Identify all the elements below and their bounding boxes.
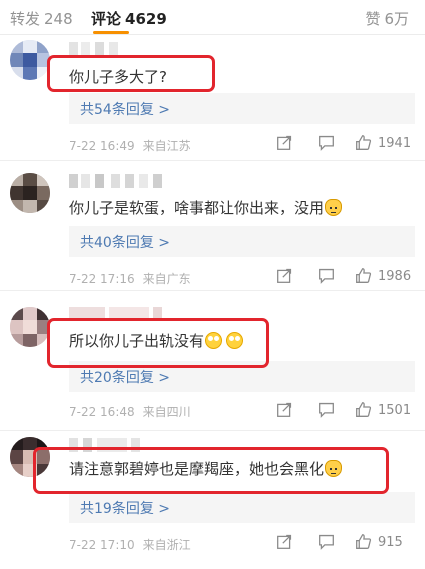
comment-meta: 7-22 16:48 来自四川 [69, 403, 191, 420]
tab-like-label: 赞 [365, 10, 381, 28]
tab-comment[interactable]: 评论 4629 [91, 8, 167, 29]
avatar[interactable] [10, 173, 50, 213]
thumbs-up-icon [356, 268, 372, 283]
share-button[interactable] [276, 134, 296, 154]
replies-count: 共40条回复 > [80, 235, 170, 251]
share-button[interactable] [276, 533, 296, 553]
avatar-mosaic [10, 307, 50, 347]
share-icon [277, 135, 292, 150]
highlight-box [33, 447, 389, 494]
comment-location: 来自浙江 [142, 538, 191, 552]
comment-icon [319, 534, 334, 550]
like-count: 1501 [378, 403, 412, 418]
like-count: 1986 [378, 269, 412, 284]
comment-location: 来自江苏 [142, 139, 191, 153]
tab-like[interactable]: 赞 6万 [365, 8, 409, 29]
share-button[interactable] [276, 401, 296, 421]
avatar[interactable] [10, 307, 50, 347]
thumbs-up-icon [356, 135, 372, 150]
comment-meta: 7-22 16:49 来自江苏 [69, 137, 191, 154]
comment-date: 7-22 16:48 [69, 405, 135, 419]
cat-emoji [325, 199, 343, 216]
reply-button[interactable] [318, 533, 338, 553]
like-button[interactable] [355, 134, 375, 154]
comment-actions: 915 [275, 533, 415, 553]
comment-icon [319, 268, 334, 284]
thumbs-up-icon [356, 534, 372, 549]
comment-meta: 7-22 17:10 来自浙江 [69, 536, 191, 553]
replies-count: 共20条回复 > [80, 370, 170, 386]
avatar[interactable] [10, 40, 50, 80]
tab-repost[interactable]: 转发 248 [10, 8, 73, 29]
comment-date: 7-22 16:49 [69, 139, 135, 153]
like-button[interactable] [355, 267, 375, 287]
replies-link[interactable]: 共40条回复 > [69, 226, 415, 257]
comment-text: 你儿子是软蛋，啥事都让你出来，没用 [69, 197, 343, 218]
comment-icon [319, 402, 334, 418]
share-icon [277, 268, 292, 283]
share-icon [277, 402, 292, 417]
comment-location: 来自四川 [142, 405, 191, 419]
reply-button[interactable] [318, 401, 338, 421]
tab-repost-count: 248 [44, 10, 73, 28]
tab-comment-label: 评论 [91, 10, 122, 28]
reply-button[interactable] [318, 134, 338, 154]
comment-location: 来自广东 [142, 272, 191, 286]
comment-actions: 1501 [275, 401, 415, 421]
comment-meta: 7-22 17:16 来自广东 [69, 270, 191, 287]
tab-like-count: 6万 [384, 10, 409, 28]
replies-link[interactable]: 共19条回复 > [69, 492, 415, 523]
reply-button[interactable] [318, 267, 338, 287]
comment-icon [319, 135, 334, 151]
replies-count: 共19条回复 > [80, 501, 170, 517]
avatar-mosaic [10, 173, 50, 213]
comment-date: 7-22 17:10 [69, 538, 135, 552]
like-count: 1941 [378, 136, 412, 151]
comment-actions: 1986 [275, 267, 415, 287]
comment-actions: 1941 [275, 134, 415, 154]
like-button[interactable] [355, 401, 375, 421]
thumbs-up-icon [356, 402, 372, 417]
comment-text-body: 你儿子是软蛋，啥事都让你出来，没用 [69, 199, 325, 217]
like-button[interactable] [355, 533, 375, 553]
replies-link[interactable]: 共54条回复 > [69, 93, 415, 124]
like-count: 915 [378, 535, 403, 550]
share-icon [277, 534, 292, 549]
highlight-box [47, 318, 269, 368]
share-button[interactable] [276, 267, 296, 287]
tab-comment-count: 4629 [125, 10, 167, 28]
comment-tabs: 转发 248 评论 4629 赞 6万 [0, 0, 425, 34]
comment-item: 你儿子是软蛋，啥事都让你出来，没用 共40条回复 > 7-22 17:16 来自广… [0, 161, 425, 290]
highlight-box [47, 55, 215, 92]
tab-repost-label: 转发 [10, 10, 41, 28]
avatar-mosaic [10, 40, 50, 80]
replies-count: 共54条回复 > [80, 102, 170, 118]
comment-date: 7-22 17:16 [69, 272, 135, 286]
comment-item: 你儿子多大了? 共54条回复 > 7-22 16:49 来自江苏 1941 [0, 34, 425, 160]
